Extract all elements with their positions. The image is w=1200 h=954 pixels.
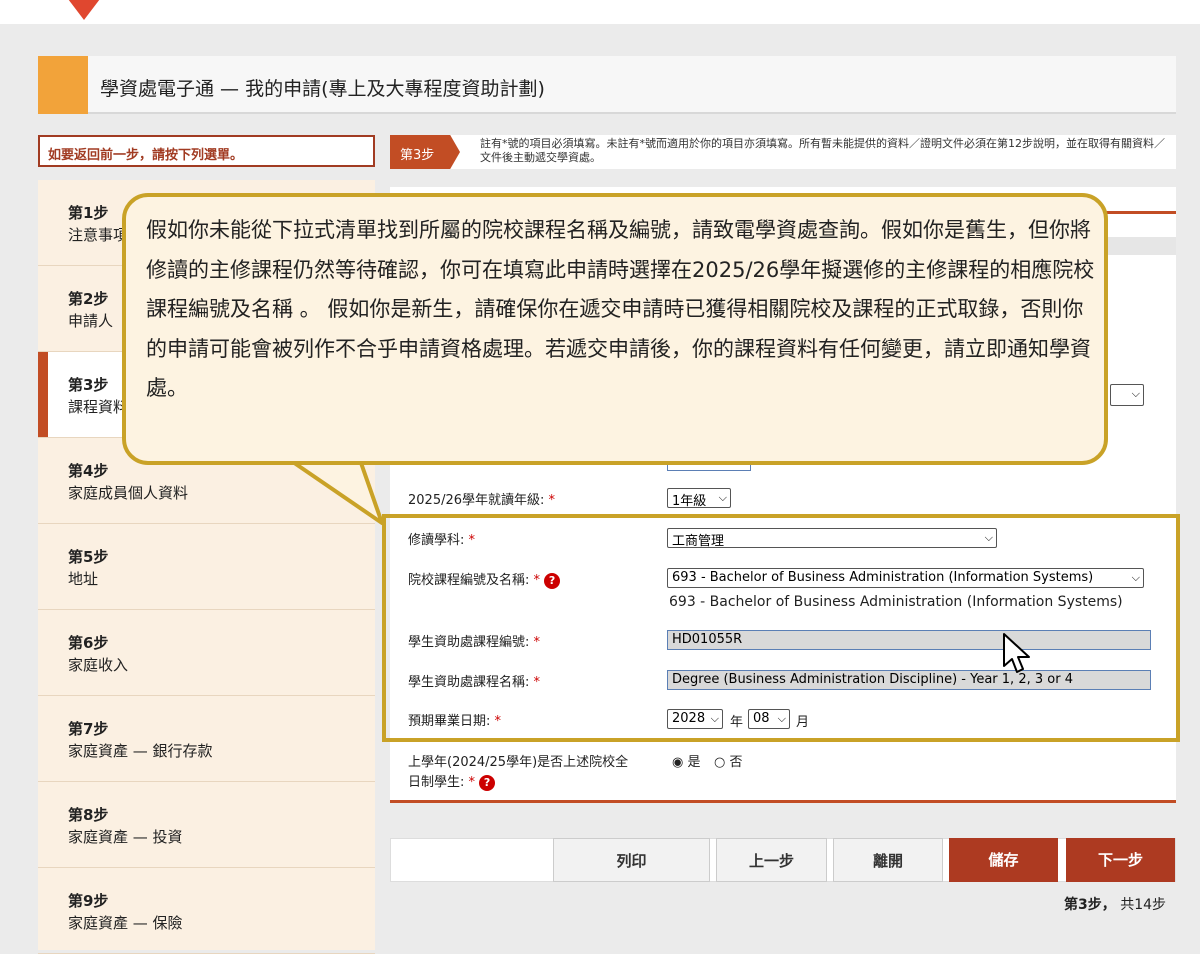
fulltime-label-1: 上學年(2024/25學年)是否上述院校全 bbox=[408, 755, 629, 770]
sidebar-item-num: 第1步 bbox=[68, 204, 109, 222]
sidebar-item-label: 申請人 bbox=[68, 312, 114, 330]
sidebar-item-label: 家庭資產 — 投資 bbox=[68, 828, 183, 846]
next-button[interactable]: 下一步 bbox=[1066, 838, 1175, 882]
hidden-select-edge[interactable]: ⌵ bbox=[1110, 384, 1144, 406]
sidebar-item-label: 家庭成員個人資料 bbox=[68, 484, 189, 502]
year-label: 2025/26學年就讀年級: * bbox=[408, 493, 556, 508]
prev-button[interactable]: 上一步 bbox=[716, 838, 827, 882]
sidebar-item-num: 第5步 bbox=[68, 548, 109, 566]
radio-checked-icon: ◉ bbox=[672, 755, 684, 770]
header-accent bbox=[38, 56, 88, 114]
print-button[interactable]: 列印 bbox=[553, 838, 710, 882]
sidebar-item-num: 第7步 bbox=[68, 720, 109, 738]
callout-bubble: 假如你未能從下拉式清單找到所屬的院校課程名稱及編號，請致電學資處查詢。假如你是舊… bbox=[122, 193, 1108, 465]
page-title: 學資處電子通 — 我的申請(專上及大專程度資助計劃) bbox=[100, 78, 545, 100]
sidebar-item-num: 第4步 bbox=[68, 462, 109, 480]
page-header: 學資處電子通 — 我的申請(專上及大專程度資助計劃) bbox=[38, 56, 1176, 114]
radio-no[interactable]: ○ 否 bbox=[714, 751, 743, 770]
step-note-text: 註有*號的項目必須填寫。未註有*號而適用於你的項目亦須填寫。所有暫未能提供的資料… bbox=[480, 137, 1165, 164]
sidebar-item-step8[interactable]: 第8步 家庭資產 — 投資 bbox=[38, 782, 375, 868]
sidebar-item-label: 家庭收入 bbox=[68, 656, 129, 674]
sidebar-item-step6[interactable]: 第6步 家庭收入 bbox=[38, 610, 375, 696]
highlight-box bbox=[382, 514, 1180, 742]
sidebar-item-label: 地址 bbox=[68, 570, 99, 588]
sidebar-item-step9[interactable]: 第9步 家庭資產 — 保險 bbox=[38, 868, 375, 954]
sidebar-item-label: 家庭資產 — 銀行存款 bbox=[68, 742, 213, 760]
back-note: 如要返回前一步，請按下列選單。 bbox=[48, 148, 244, 163]
sidebar-item-label: 家庭資產 — 保險 bbox=[68, 914, 183, 932]
radio-empty-icon: ○ bbox=[714, 755, 726, 770]
chevron-down-icon: ⌵ bbox=[718, 491, 727, 504]
help-icon[interactable]: ? bbox=[479, 774, 496, 791]
sidebar-item-num: 第2步 bbox=[68, 290, 109, 308]
step-note: 第3步 註有*號的項目必須填寫。未註有*號而適用於你的項目亦須填寫。所有暫未能提… bbox=[390, 135, 1176, 169]
sidebar-item-label: 課程資料 bbox=[68, 398, 129, 416]
chevron-down-icon: ⌵ bbox=[1131, 387, 1140, 400]
sidebar-item-num: 第6步 bbox=[68, 634, 109, 652]
leave-button[interactable]: 離開 bbox=[833, 838, 943, 882]
radio-yes[interactable]: ◉ 是 bbox=[672, 751, 701, 770]
sidebar-item-num: 第3步 bbox=[68, 376, 109, 394]
sidebar-item-num: 第8步 bbox=[68, 806, 109, 824]
year-select[interactable]: 1年級 ⌵ bbox=[667, 488, 731, 509]
top-bar bbox=[0, 0, 1200, 24]
sidebar-item-num: 第9步 bbox=[68, 892, 109, 910]
logo-icon bbox=[68, 0, 100, 20]
step-tag: 第3步 bbox=[390, 135, 460, 169]
callout-text: 假如你未能從下拉式清單找到所屬的院校課程名稱及編號，請致電學資處查詢。假如你是舊… bbox=[146, 218, 1095, 400]
mouse-cursor-icon bbox=[1003, 633, 1030, 673]
active-indicator bbox=[38, 352, 48, 437]
page-count: 第3步， 共14步 bbox=[1064, 897, 1167, 913]
fulltime-label-2: 日制學生: *? bbox=[408, 771, 496, 791]
sidebar-item-step5[interactable]: 第5步 地址 bbox=[38, 524, 375, 610]
save-button[interactable]: 儲存 bbox=[949, 838, 1058, 882]
back-note-box: 如要返回前一步，請按下列選單。 bbox=[38, 135, 375, 167]
sidebar-item-label: 注意事項 bbox=[68, 226, 129, 244]
sidebar-item-step7[interactable]: 第7步 家庭資產 — 銀行存款 bbox=[38, 696, 375, 782]
